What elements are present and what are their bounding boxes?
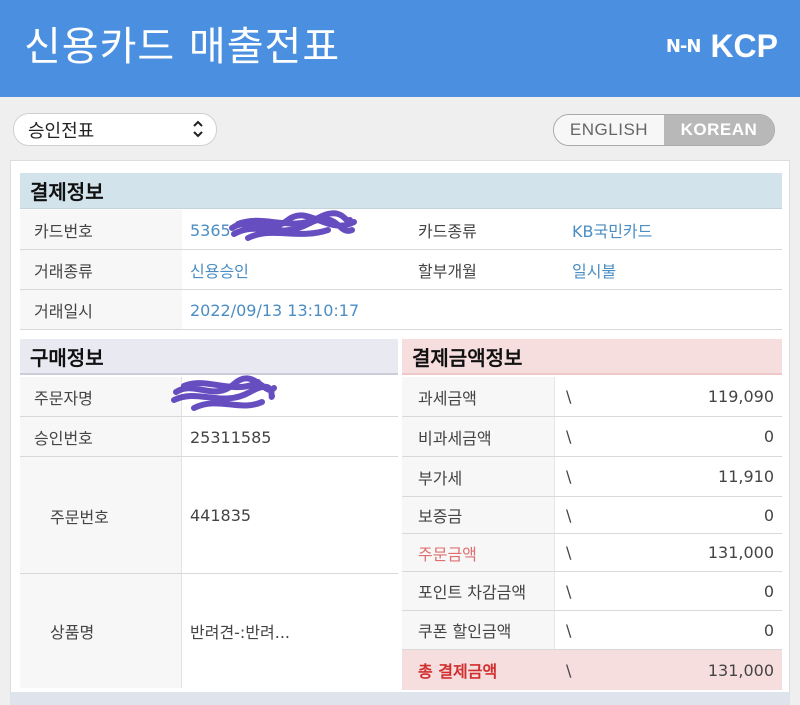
- amount-value: 0: [763, 505, 774, 525]
- payment-row-type: 거래종류 신용승인 할부개월 일시불: [20, 250, 782, 290]
- product-label: 상품명: [50, 623, 95, 642]
- tx-date-value: 2022/09/13 13:10:17: [190, 300, 360, 320]
- amount-label: 과세금액: [418, 388, 477, 408]
- lang-english-button[interactable]: ENGLISH: [554, 115, 664, 145]
- purchase-row-approval: 승인번호 25311585: [20, 417, 398, 457]
- language-toggle[interactable]: ENGLISH KOREAN: [553, 114, 775, 146]
- receipt-type-select[interactable]: 승인전표: [13, 113, 217, 146]
- currency-symbol: \: [566, 505, 572, 525]
- currency-symbol: \: [566, 427, 572, 446]
- purchase-row-product: 상품명 반려견-:반려...: [20, 574, 398, 688]
- kcp-logo: N-N KCP: [666, 28, 778, 65]
- chevron-updown-icon: [192, 118, 204, 144]
- currency-symbol: \: [566, 543, 572, 562]
- amount-row: 부가세 \ 11,910: [402, 457, 782, 497]
- amount-row: 과세금액 \ 119,090: [402, 377, 782, 417]
- tx-type-label: 거래종류: [34, 262, 93, 281]
- header: 신용카드 매출전표 N-N KCP: [0, 0, 800, 97]
- installment-label: 할부개월: [418, 262, 477, 281]
- installment-value: 일시불: [572, 262, 617, 281]
- page-title: 신용카드 매출전표: [24, 24, 341, 70]
- purchase-row-order: 주문번호 441835: [20, 457, 398, 574]
- amount-value: 0: [763, 427, 774, 446]
- amount-row: 총 결제금액 \ 131,000: [402, 650, 782, 690]
- receipt-type-value: 승인전표: [28, 120, 95, 142]
- product-value: 반려견-:반려...: [190, 623, 291, 642]
- card-number-label: 카드번호: [34, 222, 93, 241]
- order-value: 441835: [190, 506, 252, 525]
- buyer-label: 주문자명: [34, 389, 93, 408]
- tx-date-label: 거래일시: [34, 302, 93, 321]
- card-number-value: 5365: [190, 220, 231, 240]
- payment-info-header: 결제정보: [20, 173, 782, 209]
- payment-row-card: 카드번호 5365 카드종류 KB국민카드: [20, 210, 782, 250]
- amount-label: 포인트 차감금액: [418, 583, 527, 602]
- redaction-scribble: [171, 375, 277, 411]
- amount-row: 쿠폰 할인금액 \ 0: [402, 611, 782, 650]
- currency-symbol: \: [566, 387, 572, 406]
- tx-type-value: 신용승인: [190, 262, 249, 281]
- lang-korean-button[interactable]: KOREAN: [664, 115, 774, 145]
- currency-symbol: \: [566, 620, 572, 640]
- amount-label: 주문금액: [418, 544, 477, 564]
- amount-value: 119,090: [707, 387, 774, 406]
- amount-label: 부가세: [418, 468, 463, 488]
- amount-row: 비과세금액 \ 0: [402, 417, 782, 457]
- kcp-logo-text: KCP: [710, 28, 778, 64]
- amount-value: 0: [763, 620, 774, 640]
- redaction-scribble: [229, 210, 357, 241]
- amount-label: 보증금: [418, 507, 463, 526]
- amount-value: 131,000: [707, 543, 774, 562]
- approval-value: 25311585: [190, 427, 272, 447]
- amount-row: 보증금 \ 0: [402, 497, 782, 534]
- next-section-bar: [10, 692, 790, 705]
- amount-label: 비과세금액: [418, 428, 492, 448]
- amount-value: 131,000: [707, 660, 774, 680]
- amount-label: 쿠폰 할인금액: [418, 622, 512, 641]
- nhn-logo-mark: N-N: [665, 36, 702, 57]
- card-type-value: KB국민카드: [572, 222, 653, 241]
- currency-symbol: \: [566, 581, 572, 601]
- purchase-info-header: 구매정보: [20, 339, 398, 375]
- amount-row: 포인트 차감금액 \ 0: [402, 572, 782, 611]
- currency-symbol: \: [566, 467, 572, 486]
- amount-row: 주문금액 \ 131,000: [402, 534, 782, 572]
- payment-row-date: 거래일시 2022/09/13 13:10:17: [20, 290, 782, 330]
- amount-value: 11,910: [718, 467, 774, 486]
- currency-symbol: \: [566, 660, 572, 680]
- amount-label: 총 결제금액: [418, 662, 498, 681]
- amount-info-header: 결제금액정보: [402, 339, 782, 375]
- order-label: 주문번호: [50, 507, 109, 527]
- card-type-label: 카드종류: [418, 222, 477, 241]
- amount-value: 0: [763, 581, 774, 601]
- approval-label: 승인번호: [34, 429, 93, 448]
